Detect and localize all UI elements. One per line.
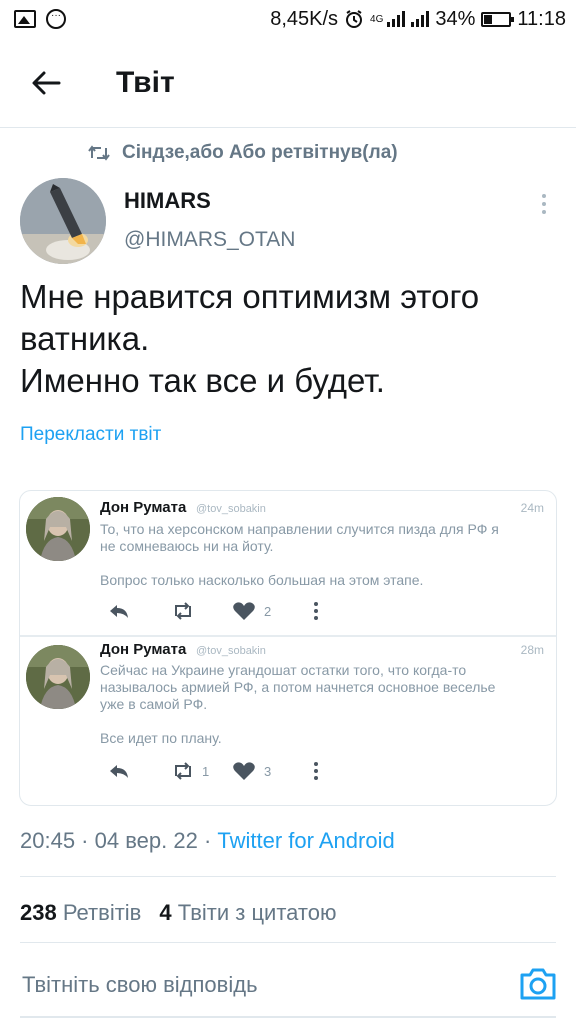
tweet-text-line: ватника. xyxy=(20,320,150,357)
heart-icon xyxy=(233,762,255,780)
app-header: Твіт xyxy=(0,38,576,128)
tweet-text-line: Именно так все и будет. xyxy=(20,362,385,399)
embedded-like: 2 xyxy=(232,601,271,621)
embedded-author-name: Дон Румата xyxy=(100,499,187,516)
signal-icon xyxy=(387,11,406,27)
author-handle[interactable]: @HIMARS_OTAN xyxy=(124,228,295,252)
embedded-text-line: То, что на херсонском направлении случит… xyxy=(100,521,499,537)
reply-icon xyxy=(110,765,128,778)
embedded-avatar xyxy=(26,645,90,709)
arrow-left-icon xyxy=(32,71,61,94)
author-name[interactable]: HIMARS xyxy=(124,188,211,214)
retweets-stat[interactable]: 238 Ретвітів xyxy=(20,900,141,926)
embedded-like-count: 2 xyxy=(264,603,272,619)
tweet-source-link[interactable]: Twitter for Android xyxy=(217,828,394,853)
quotes-stat[interactable]: 4 Твіти з цитатою xyxy=(159,900,336,926)
more-dot-icon xyxy=(542,210,546,214)
embedded-timestamp: 28m xyxy=(520,643,544,657)
embedded-retweet xyxy=(172,602,194,620)
retweets-count: 238 xyxy=(20,900,57,925)
person-photo xyxy=(26,645,90,709)
embedded-timestamp: 24m xyxy=(520,501,544,515)
embedded-text-line xyxy=(100,713,550,730)
embedded-tweet: Дон Румата @tov_sobakin 24m То, что на х… xyxy=(20,491,556,637)
divider xyxy=(20,942,556,943)
quotes-label: Твіти з цитатою xyxy=(177,900,337,925)
more-dot-icon xyxy=(542,202,546,206)
camera-icon xyxy=(520,968,556,1000)
embedded-text-line xyxy=(100,555,550,572)
retweet-icon xyxy=(175,762,191,780)
embedded-actions: 2 xyxy=(100,599,540,623)
embedded-tweet: Дон Румата @tov_sobakin 28m Сейчас на Ук… xyxy=(20,639,556,805)
embedded-reply xyxy=(108,763,130,779)
reply-icon xyxy=(110,605,128,618)
meta-separator: · xyxy=(75,828,95,853)
tweet-meta: 20:45 · 04 вер. 22 · Twitter for Android xyxy=(20,828,395,854)
retweets-label: Ретвітів xyxy=(62,900,142,925)
more-notifications-icon: ··· xyxy=(46,9,66,29)
embedded-more-icon xyxy=(314,762,318,780)
heart-icon xyxy=(233,602,255,620)
embedded-retweet-count: 1 xyxy=(202,763,210,779)
embedded-text-line: уже в самой РФ. xyxy=(100,696,208,712)
status-bar-left: ··· xyxy=(14,9,66,29)
tweet-text-line: Мне нравится оптимизм этого xyxy=(20,278,480,315)
embedded-text-line: называлось армией РФ, а потом начнется о… xyxy=(100,679,496,695)
reply-underline xyxy=(20,1016,556,1018)
missile-launch-image xyxy=(20,178,106,264)
battery-percent: 34% xyxy=(435,7,476,30)
author-avatar[interactable] xyxy=(20,178,106,264)
embedded-more-icon xyxy=(314,602,318,620)
status-bar: ··· 8,45K/s 4G 34% 11:18 xyxy=(0,0,576,38)
retweeted-by[interactable]: Сіндзе,або Або ретвітнув(ла) xyxy=(88,142,398,164)
more-dot-icon xyxy=(542,194,546,198)
embedded-text-line: Сейчас на Украине угандошат остатки того… xyxy=(100,662,467,678)
retweet-icon xyxy=(175,602,191,620)
embedded-text: То, что на херсонском направлении случит… xyxy=(100,521,550,589)
network-type: 4G xyxy=(370,13,384,25)
network-speed: 8,45K/s xyxy=(270,7,339,30)
embedded-text: Сейчас на Украине угандошат остатки того… xyxy=(100,662,550,747)
quotes-count: 4 xyxy=(159,900,172,925)
more-options-button[interactable] xyxy=(532,190,556,218)
alarm-icon xyxy=(346,10,363,28)
tweet-stats: 238 Ретвітів 4 Твіти з цитатою xyxy=(20,900,337,926)
tweet-time: 20:45 xyxy=(20,828,76,853)
embedded-text-line: Все идет по плану. xyxy=(100,730,222,746)
meta-separator: · xyxy=(197,828,218,853)
camera-button[interactable] xyxy=(518,966,558,1002)
embedded-retweet: 1 xyxy=(172,762,209,780)
clock: 11:18 xyxy=(517,7,566,30)
embedded-author-handle: @tov_sobakin xyxy=(196,645,266,657)
embedded-author-name: Дон Румата xyxy=(100,641,187,658)
divider xyxy=(20,876,556,877)
embedded-actions: 1 3 xyxy=(100,759,540,783)
signal-icon-secondary xyxy=(411,11,430,27)
embedded-like: 3 xyxy=(232,761,271,781)
embedded-author-handle: @tov_sobakin xyxy=(196,503,266,515)
battery-icon xyxy=(481,11,515,27)
page-title: Твіт xyxy=(116,65,175,99)
gallery-notification-icon xyxy=(14,10,36,28)
person-photo xyxy=(26,497,90,561)
back-button[interactable] xyxy=(16,53,76,113)
tweet-date: 04 вер. 22 xyxy=(94,828,198,853)
retweet-icon xyxy=(88,145,110,161)
translate-tweet-link[interactable]: Перекласти твіт xyxy=(20,424,161,446)
battery-fill xyxy=(484,14,493,24)
reply-input[interactable]: Твітніть свою відповідь xyxy=(22,972,258,998)
embedded-text-line: не сомневаюсь ни на йоту. xyxy=(100,538,274,554)
status-bar-right: 8,45K/s 4G 34% 11:18 xyxy=(270,8,566,31)
embedded-avatar xyxy=(26,497,90,561)
attached-image[interactable]: Дон Румата @tov_sobakin 24m То, что на х… xyxy=(19,490,557,806)
embedded-like-count: 3 xyxy=(264,763,272,779)
retweeted-by-label: Сіндзе,або Або ретвітнув(ла) xyxy=(122,142,398,163)
tweet-text: Мне нравится оптимизм этого ватника. Име… xyxy=(20,276,560,402)
embedded-reply xyxy=(108,603,130,619)
embedded-text-line: Вопрос только насколько большая на этом … xyxy=(100,572,424,588)
reply-bar: Твітніть свою відповідь xyxy=(0,944,576,1024)
